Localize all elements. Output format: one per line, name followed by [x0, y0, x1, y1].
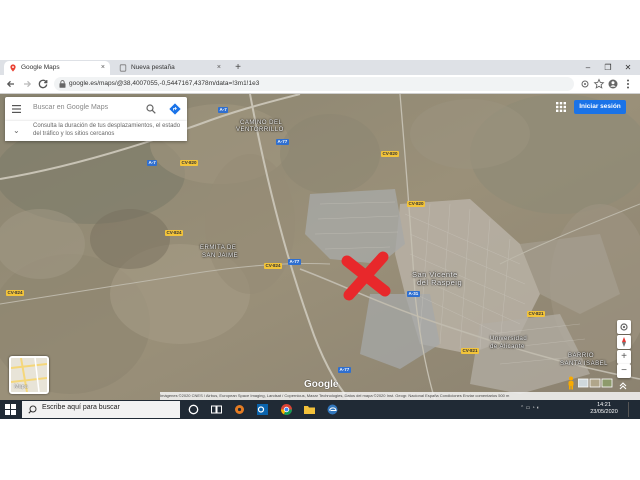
place-label-camino-del: CAMINO DEL [240, 120, 283, 126]
new-tab-button[interactable]: + [232, 61, 244, 74]
zoom-out-button[interactable]: − [617, 364, 631, 378]
map-attribution: Imágenes ©2020 CNES / Airbus, European S… [160, 392, 640, 400]
arrow-right-icon[interactable] [20, 77, 34, 91]
maps-search-box[interactable]: Buscar en Google Maps [5, 97, 187, 121]
compass-icon[interactable] [617, 335, 631, 349]
road-label: A-7 [147, 160, 158, 166]
place-label-de-alicante: de Alicante [490, 344, 525, 350]
road-label: CV-824 [6, 290, 25, 296]
map-layer-toggle[interactable]: Mapa [9, 356, 49, 394]
zoom-in-button[interactable]: + [617, 350, 631, 364]
minimize-button[interactable]: – [578, 60, 598, 75]
commute-info-panel[interactable]: ⌄ Consulta la duración de tus desplazami… [5, 121, 187, 141]
chrome-icon[interactable] [280, 403, 293, 416]
road-label: CV-824 [264, 263, 283, 269]
road-label: CV-820 [407, 201, 426, 207]
google-maps-favicon-icon [10, 64, 16, 72]
street-view-pegman-icon[interactable] [566, 376, 576, 390]
tab-new-tab[interactable]: Nueva pestaña × [114, 61, 226, 75]
commute-info-text: Consulta la duración de tus desplazamien… [33, 123, 181, 137]
road-label: CV-821 [527, 311, 546, 317]
place-label-san-jaime: SAN JAIME [202, 253, 239, 259]
taskbar-clock[interactable]: 14:21 23/05/2020 [584, 402, 624, 416]
windows-taskbar: Escribe aquí para buscar ⌃ ▭ ◔ ◖ 14:21 2… [0, 400, 640, 419]
star-icon[interactable] [592, 77, 606, 91]
system-tray-icons[interactable]: ⌃ ▭ ◔ ◖ [520, 405, 539, 411]
my-location-icon[interactable] [617, 320, 631, 334]
road-label: CV-820 [180, 160, 199, 166]
expand-up-icon[interactable] [618, 380, 628, 390]
new-tab-favicon-icon [119, 64, 127, 72]
road-label: CV-821 [461, 348, 480, 354]
maximize-button[interactable]: ❐ [598, 60, 618, 75]
satellite-map[interactable]: CAMINO DEL VENTORRILLO ERMITA DE SAN JAI… [0, 94, 640, 400]
more-options-icon[interactable] [621, 77, 635, 91]
road-label: A-31 [407, 291, 420, 297]
arrow-left-icon[interactable] [4, 77, 18, 91]
road-label: A-7 [218, 107, 229, 113]
location-icon[interactable] [578, 77, 592, 91]
address-bar[interactable]: google.es/maps/@38,4007055,-0,5447167,43… [54, 77, 574, 91]
map-layer-label: Mapa [14, 384, 28, 390]
clock-time: 14:21 [597, 402, 611, 408]
tab-title: Nueva pestaña [131, 64, 175, 71]
file-explorer-icon[interactable] [303, 403, 316, 416]
imagery-thumbnails[interactable] [578, 378, 614, 388]
road-label: A-77 [276, 139, 289, 145]
clock-date: 23/05/2020 [590, 409, 618, 415]
tab-close-icon[interactable]: × [101, 61, 105, 75]
place-label-santa-isabel: SANTA ISABEL [560, 361, 608, 367]
outlook-icon[interactable] [256, 403, 269, 416]
tab-close-icon[interactable]: × [217, 61, 221, 75]
tab-title: Google Maps [21, 64, 60, 71]
place-label-barrio: BARRIO [568, 353, 595, 359]
search-icon[interactable] [146, 104, 156, 114]
place-label-del-raspeig: del Raspeig [417, 278, 463, 287]
close-window-button[interactable]: ✕ [618, 60, 638, 75]
reload-icon[interactable] [36, 77, 50, 91]
chevron-down-icon[interactable]: ⌄ [13, 126, 20, 135]
place-label-universidad: Universidad [490, 336, 528, 342]
settings-icon[interactable] [233, 403, 246, 416]
taskbar-search-box[interactable]: Escribe aquí para buscar [22, 401, 180, 418]
road-label: CV-820 [381, 151, 400, 157]
search-icon [28, 405, 37, 414]
lock-icon [59, 80, 66, 88]
place-label-ventorrillo: VENTORRILLO [236, 127, 284, 133]
taskbar-search-input: Escribe aquí para buscar [42, 404, 120, 411]
cortana-icon[interactable] [187, 403, 200, 416]
maps-search-input[interactable]: Buscar en Google Maps [33, 104, 108, 111]
account-icon[interactable] [606, 77, 620, 91]
windows-start-icon[interactable] [5, 404, 16, 415]
road-label: A-77 [288, 259, 301, 265]
browser-toolbar: google.es/maps/@38,4007055,-0,5447167,43… [0, 75, 640, 94]
task-view-icon[interactable] [210, 403, 223, 416]
sign-in-button[interactable]: Iniciar sesión [574, 100, 626, 114]
tab-strip: Google Maps × Nueva pestaña × + – ❐ ✕ [0, 60, 640, 75]
google-logo: Google [304, 379, 339, 390]
place-label-ermita-de: ERMITA DE [200, 245, 237, 251]
directions-icon[interactable] [169, 103, 181, 115]
show-desktop-divider[interactable] [628, 402, 629, 417]
url-text: google.es/maps/@38,4007055,-0,5447167,43… [69, 80, 260, 87]
tab-google-maps[interactable]: Google Maps × [4, 61, 110, 75]
road-label: A-77 [338, 367, 351, 373]
apps-grid-icon[interactable] [556, 102, 566, 112]
hamburger-menu-icon[interactable] [12, 105, 21, 113]
road-label: CV-824 [165, 230, 184, 236]
edge-icon[interactable] [326, 403, 339, 416]
